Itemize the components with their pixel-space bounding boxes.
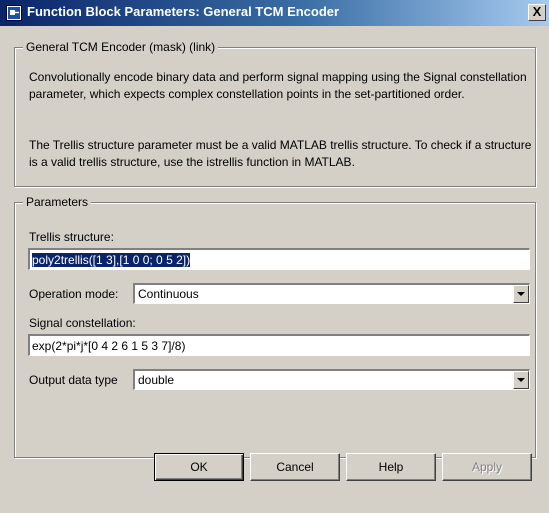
output-data-type-dropdown-arrow-icon[interactable] — [513, 371, 529, 389]
mask-description-paragraph-1: Convolutionally encode binary data and p… — [29, 70, 527, 101]
ok-button[interactable]: OK — [154, 453, 244, 481]
operation-mode-dropdown-arrow-icon[interactable] — [513, 285, 529, 303]
trellis-structure-input[interactable]: poly2trellis([1 3],[1 0 0; 0 5 2]) — [28, 248, 530, 270]
operation-mode-select[interactable]: Continuous — [133, 283, 530, 304]
simulink-block-icon — [6, 5, 22, 21]
signal-constellation-label: Signal constellation: — [29, 316, 136, 330]
trellis-structure-value: poly2trellis([1 3],[1 0 0; 0 5 2]) — [32, 253, 191, 267]
output-data-type-label: Output data type — [29, 373, 118, 387]
parameters-legend: Parameters — [23, 195, 92, 209]
title-bar: Function Block Parameters: General TCM E… — [0, 0, 549, 26]
mask-legend: General TCM Encoder (mask) (link) — [23, 40, 219, 54]
output-data-type-select[interactable]: double — [133, 369, 530, 390]
output-data-type-value: double — [138, 373, 175, 387]
mask-description-paragraph-2: The Trellis structure parameter must be … — [29, 138, 532, 169]
cancel-button[interactable]: Cancel — [250, 453, 340, 481]
signal-constellation-value: exp(2*pi*j*[0 4 2 6 1 5 3 7]/8) — [32, 339, 186, 353]
trellis-structure-label: Trellis structure: — [29, 230, 114, 244]
close-button[interactable]: X — [528, 4, 546, 21]
signal-constellation-input[interactable]: exp(2*pi*j*[0 4 2 6 1 5 3 7]/8) — [28, 334, 530, 356]
window-title: Function Block Parameters: General TCM E… — [27, 4, 340, 19]
operation-mode-value: Continuous — [138, 287, 199, 301]
operation-mode-label: Operation mode: — [29, 287, 119, 301]
help-button[interactable]: Help — [346, 453, 436, 481]
apply-button[interactable]: Apply — [442, 453, 532, 481]
